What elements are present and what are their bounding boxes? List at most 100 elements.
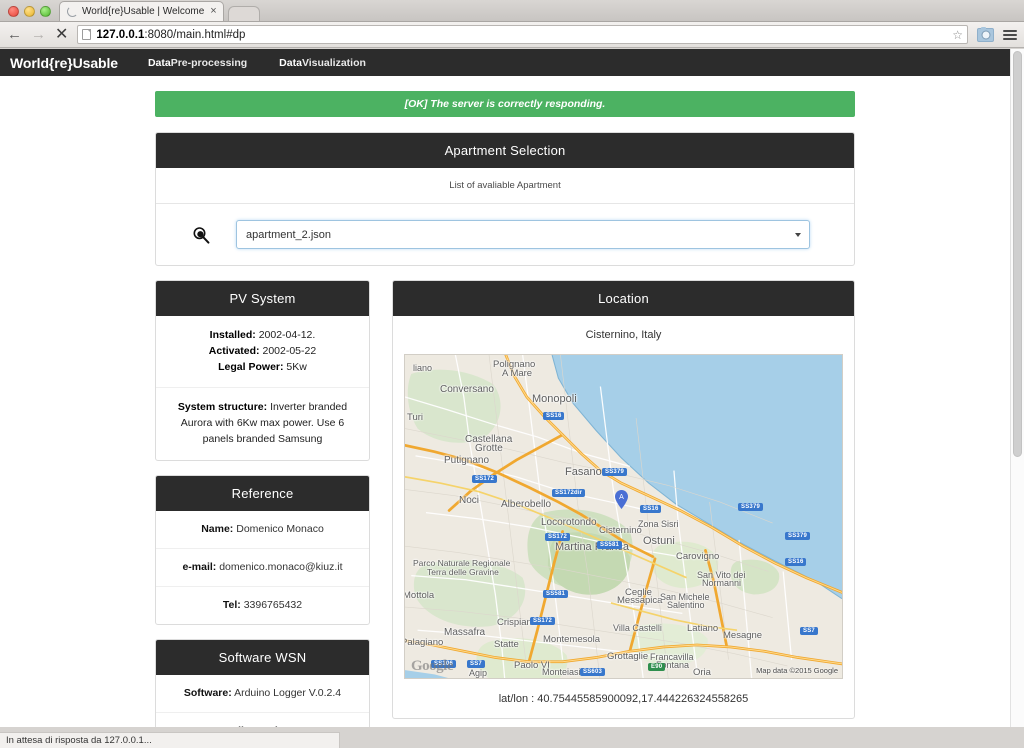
browser-tab[interactable]: World{re}Usable | Welcome × xyxy=(59,1,224,21)
nav-link-accent: Data xyxy=(147,56,171,69)
reference-tel-row: Tel: 3396765432 xyxy=(156,587,369,624)
pv-activated-row: Activated: 2002-05-22 xyxy=(165,344,360,360)
nav-link-rest: Visualization xyxy=(301,56,366,69)
screenshot-camera-icon[interactable] xyxy=(977,26,994,42)
apartment-select-value: apartment_2.json xyxy=(246,228,331,241)
apartment-selection-panel: Apartment Selection List of avaliable Ap… xyxy=(155,132,855,266)
map-road-shield: SS379 xyxy=(785,532,811,540)
pv-power-row: Legal Power: 5Kw xyxy=(165,360,360,376)
software-wsn-list: Software: Arduino Logger V.0.2.4 Data Fi… xyxy=(156,675,369,727)
left-column: PV System Installed: 2002-04-12. Activat… xyxy=(155,280,370,727)
pv-power-label: Legal Power: xyxy=(218,360,284,373)
location-panel: Location Cisternino, Italy liano Poligna… xyxy=(392,280,855,719)
google-watermark: Google xyxy=(411,658,454,674)
chevron-down-icon xyxy=(795,232,801,237)
server-status-alert: [OK] The server is correctly responding. xyxy=(155,91,855,117)
apartment-select-dropdown[interactable]: apartment_2.json xyxy=(236,220,810,249)
pv-structure-row: System structure: Inverter branded Auror… xyxy=(156,387,369,459)
map-road-shield: E90 xyxy=(648,663,666,671)
pv-installed-value: 2002-04-12. xyxy=(258,329,316,341)
maximize-window-button[interactable] xyxy=(40,6,51,17)
page-container: [OK] The server is correctly responding.… xyxy=(155,76,855,727)
menu-hamburger-icon[interactable] xyxy=(1003,29,1017,40)
nav-link-rest: Pre-processing xyxy=(170,56,248,69)
page-document-icon xyxy=(82,29,92,40)
page-scrollbar-thumb[interactable] xyxy=(1013,51,1022,457)
reference-name-row: Name: Domenico Monaco xyxy=(156,511,369,549)
apartment-panel-body: List of avaliable Apartment xyxy=(156,168,854,203)
location-map[interactable]: liano Polignano A Mare Conversano Monopoli Tu… xyxy=(404,354,843,679)
nav-link-data-visualization[interactable]: DataVisualization xyxy=(263,57,382,69)
site-navbar: World{re}Usable DataPre-processing DataV… xyxy=(0,49,1010,76)
reference-panel: Reference Name: Domenico Monaco e-mail: … xyxy=(155,474,370,626)
pv-power-value: 5Kw xyxy=(286,360,307,373)
reference-tel-value: 3396765432 xyxy=(243,598,303,611)
map-road-shield: SS7 xyxy=(467,660,485,668)
software-value: Arduino Logger V.0.2.4 xyxy=(234,687,342,700)
tab-title: World{re}Usable | Welcome xyxy=(82,6,205,17)
pv-activated-label: Activated: xyxy=(208,344,260,357)
close-tab-icon[interactable]: × xyxy=(208,6,216,17)
pv-system-title: PV System xyxy=(156,281,369,316)
location-latlon: lat/lon : 40.75445585900092,17.444226324… xyxy=(498,693,749,705)
pv-activated-value: 2002-05-22 xyxy=(262,344,317,357)
back-button[interactable]: ← xyxy=(7,27,22,42)
software-wsn-title: Software WSN xyxy=(156,640,369,676)
map-road-shield: SS172 xyxy=(530,617,556,625)
location-title: Location xyxy=(393,281,854,316)
software-label: Software: xyxy=(183,687,232,700)
reference-email-label: e-mail: xyxy=(182,560,217,573)
pv-installed-row: Installed: 2002-04-12. xyxy=(165,328,360,344)
reference-email-value: domenico.monaco@kiuz.it xyxy=(219,560,343,573)
page-viewport: World{re}Usable DataPre-processing DataV… xyxy=(0,49,1024,727)
map-road-shield: SS7 xyxy=(800,627,818,635)
address-bar[interactable]: 127.0.0.1:8080/main.html#dp ☆ xyxy=(77,25,968,44)
reference-name-value: Domenico Monaco xyxy=(236,522,324,535)
reference-email-row: e-mail: domenico.monaco@kiuz.it xyxy=(156,549,369,587)
map-road-shield: SS16 xyxy=(543,412,565,420)
browser-toolbar: ← → ✕ 127.0.0.1:8080/main.html#dp ☆ xyxy=(0,22,1024,48)
reference-title: Reference xyxy=(156,475,369,511)
map-road-shield: SS581 xyxy=(597,541,623,549)
page-scrollbar[interactable] xyxy=(1010,49,1024,727)
info-columns: PV System Installed: 2002-04-12. Activat… xyxy=(155,280,855,727)
map-wrapper: liano Polignano A Mare Conversano Monopoli Tu… xyxy=(393,354,854,679)
browser-window: World{re}Usable | Welcome × ← → ✕ 127.0.… xyxy=(0,0,1024,748)
map-road-shield: SS172 xyxy=(545,533,571,541)
reference-tel-label: Tel: xyxy=(222,598,241,611)
web-page: World{re}Usable DataPre-processing DataV… xyxy=(0,49,1010,727)
browser-tab-strip: World{re}Usable | Welcome × xyxy=(0,0,1024,22)
apartment-panel-subtitle: List of avaliable Apartment xyxy=(449,180,561,191)
url-path: :8080/main.html#dp xyxy=(144,28,246,41)
apartment-select-row: apartment_2.json xyxy=(156,203,854,265)
datafile-value: v.0.3 xyxy=(297,725,319,727)
nav-link-accent: Data xyxy=(279,56,302,69)
address-bar-url: 127.0.0.1:8080/main.html#dp xyxy=(96,29,245,41)
map-road-shield: SS581 xyxy=(543,590,569,598)
stop-loading-button[interactable]: ✕ xyxy=(55,26,68,43)
bookmark-star-icon[interactable]: ☆ xyxy=(952,29,963,41)
search-icon xyxy=(166,226,236,244)
software-row: Software: Arduino Logger V.0.2.4 xyxy=(156,675,369,714)
status-bar-text: In attesa di risposta da 127.0.0.1... xyxy=(6,735,152,746)
map-attribution: Map data ©2015 Google xyxy=(756,666,838,675)
pv-system-panel: PV System Installed: 2002-04-12. Activat… xyxy=(155,280,370,461)
map-road-shield: SS379 xyxy=(738,503,764,511)
site-brand[interactable]: World{re}Usable xyxy=(10,55,132,71)
nav-link-data-preprocessing[interactable]: DataPre-processing xyxy=(132,57,263,69)
apartment-panel-title: Apartment Selection xyxy=(156,133,854,168)
datafile-label: Data File Version: xyxy=(206,725,294,727)
datafile-version-row: Data File Version: v.0.3 xyxy=(156,713,369,727)
minimize-window-button[interactable] xyxy=(24,6,35,17)
map-road-shield: SS379 xyxy=(602,468,628,476)
close-window-button[interactable] xyxy=(8,6,19,17)
forward-button[interactable]: → xyxy=(31,27,46,42)
new-tab-button[interactable] xyxy=(227,6,260,21)
reference-name-label: Name: xyxy=(201,522,234,535)
loading-spinner-icon xyxy=(67,6,78,17)
map-road-shield: SS603 xyxy=(580,668,606,676)
map-road-shield: SS16 xyxy=(640,505,662,513)
browser-status-bar: In attesa di risposta da 127.0.0.1... xyxy=(0,732,340,748)
location-place: Cisternino, Italy xyxy=(585,329,662,341)
pv-installed-label: Installed: xyxy=(209,329,256,341)
